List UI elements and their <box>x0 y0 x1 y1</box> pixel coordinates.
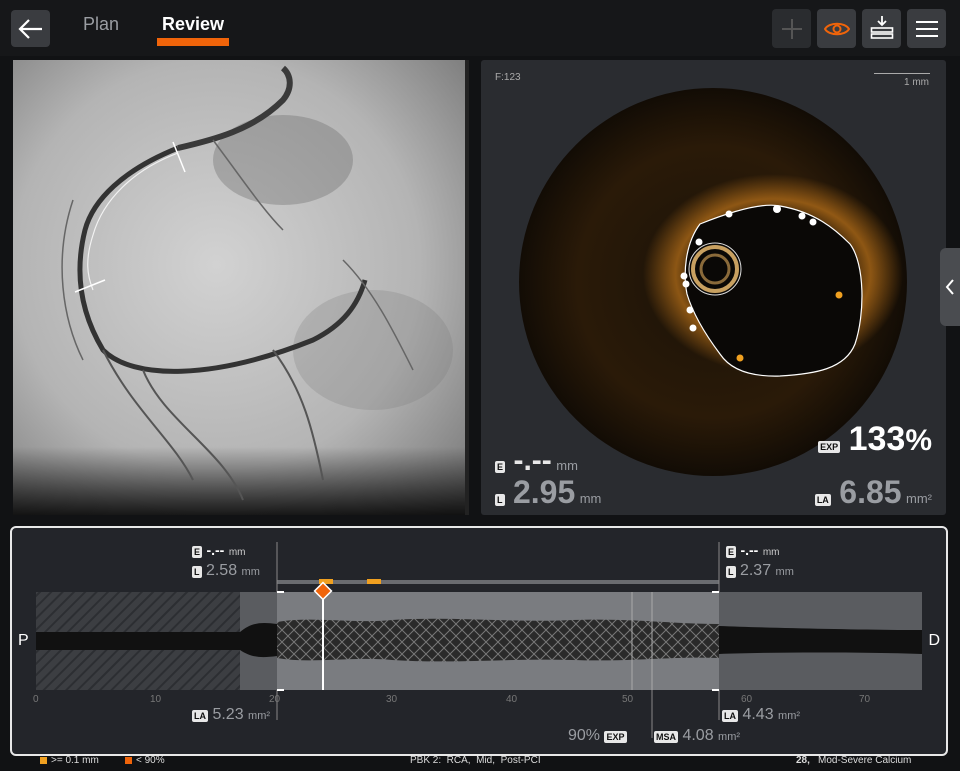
l-value: 2.95 <box>512 474 576 510</box>
la-measure: LA 6.85 mm² <box>814 474 932 511</box>
export-button[interactable] <box>862 9 901 48</box>
tab-review[interactable]: Review <box>162 14 224 35</box>
longitudinal-view[interactable]: P D E -.-- mm L 2.58 mm LA 5.23 mm² E -.… <box>10 526 948 756</box>
calcium-score: 28, <box>796 755 810 766</box>
axis-tick-40: 40 <box>506 694 518 705</box>
calcium-label: Mod-Severe Calcium <box>818 755 912 766</box>
axis-tick-30: 30 <box>386 694 398 705</box>
e-badge: E <box>495 461 506 473</box>
legend2-label: < 90% <box>136 755 165 766</box>
angiogram-image <box>13 60 469 515</box>
chevron-left-icon <box>945 279 954 295</box>
top-bar: Plan Review <box>0 0 960 56</box>
menu-icon <box>915 20 938 37</box>
exp-value: 133 <box>848 420 906 458</box>
l-badge: L <box>495 494 505 506</box>
tab-plan[interactable]: Plan <box>83 14 119 35</box>
l-measure: L 2.95 mm <box>495 474 601 511</box>
la-value: 6.85 <box>839 474 902 510</box>
exp-unit: % <box>905 424 932 457</box>
axis-tick-60: 60 <box>741 694 753 705</box>
exp-measure: EXP 133% <box>818 420 932 459</box>
l-unit: mm <box>579 491 602 506</box>
axis-tick-70: 70 <box>859 694 871 705</box>
scale-bar <box>874 73 930 74</box>
exp-badge: EXP <box>818 441 841 453</box>
angiogram-view[interactable] <box>13 60 469 515</box>
axis-tick-50: 50 <box>622 694 634 705</box>
add-button[interactable] <box>772 9 811 48</box>
eye-icon <box>823 22 850 35</box>
legend-square-orange <box>125 756 132 764</box>
back-arrow-icon <box>17 18 42 39</box>
e-measure: E -.-- mm <box>495 444 578 478</box>
legend-calcium: >= 0.1 mm <box>40 755 99 766</box>
back-button[interactable] <box>11 10 50 47</box>
la-badge: LA <box>814 494 831 506</box>
axis-tick-0: 0 <box>33 694 39 705</box>
add-icon <box>781 18 802 39</box>
e-value: -.-- <box>513 444 552 477</box>
menu-button[interactable] <box>907 9 946 48</box>
e-unit: mm <box>556 458 578 473</box>
side-panel-toggle[interactable] <box>940 248 960 326</box>
view-button[interactable] <box>817 9 856 48</box>
oct-cross-section-view[interactable]: F:123 1 mm E -.-- mm L 2.95 mm EXP 133% … <box>481 60 946 515</box>
active-tab-indicator <box>157 38 229 46</box>
la-unit: mm² <box>906 491 932 506</box>
download-stack-icon <box>870 15 893 39</box>
frame-label: F:123 <box>495 72 521 83</box>
axis-tick-20: 20 <box>269 694 281 705</box>
legend1-label: >= 0.1 mm <box>51 755 99 766</box>
legend-square-yellow <box>40 756 47 764</box>
legend-expansion: < 90% <box>125 755 165 766</box>
longitudinal-track <box>36 542 922 738</box>
axis-tick-10: 10 <box>150 694 162 705</box>
pullback-info: PBK 2: RCA, Mid, Post-PCI <box>410 755 541 766</box>
